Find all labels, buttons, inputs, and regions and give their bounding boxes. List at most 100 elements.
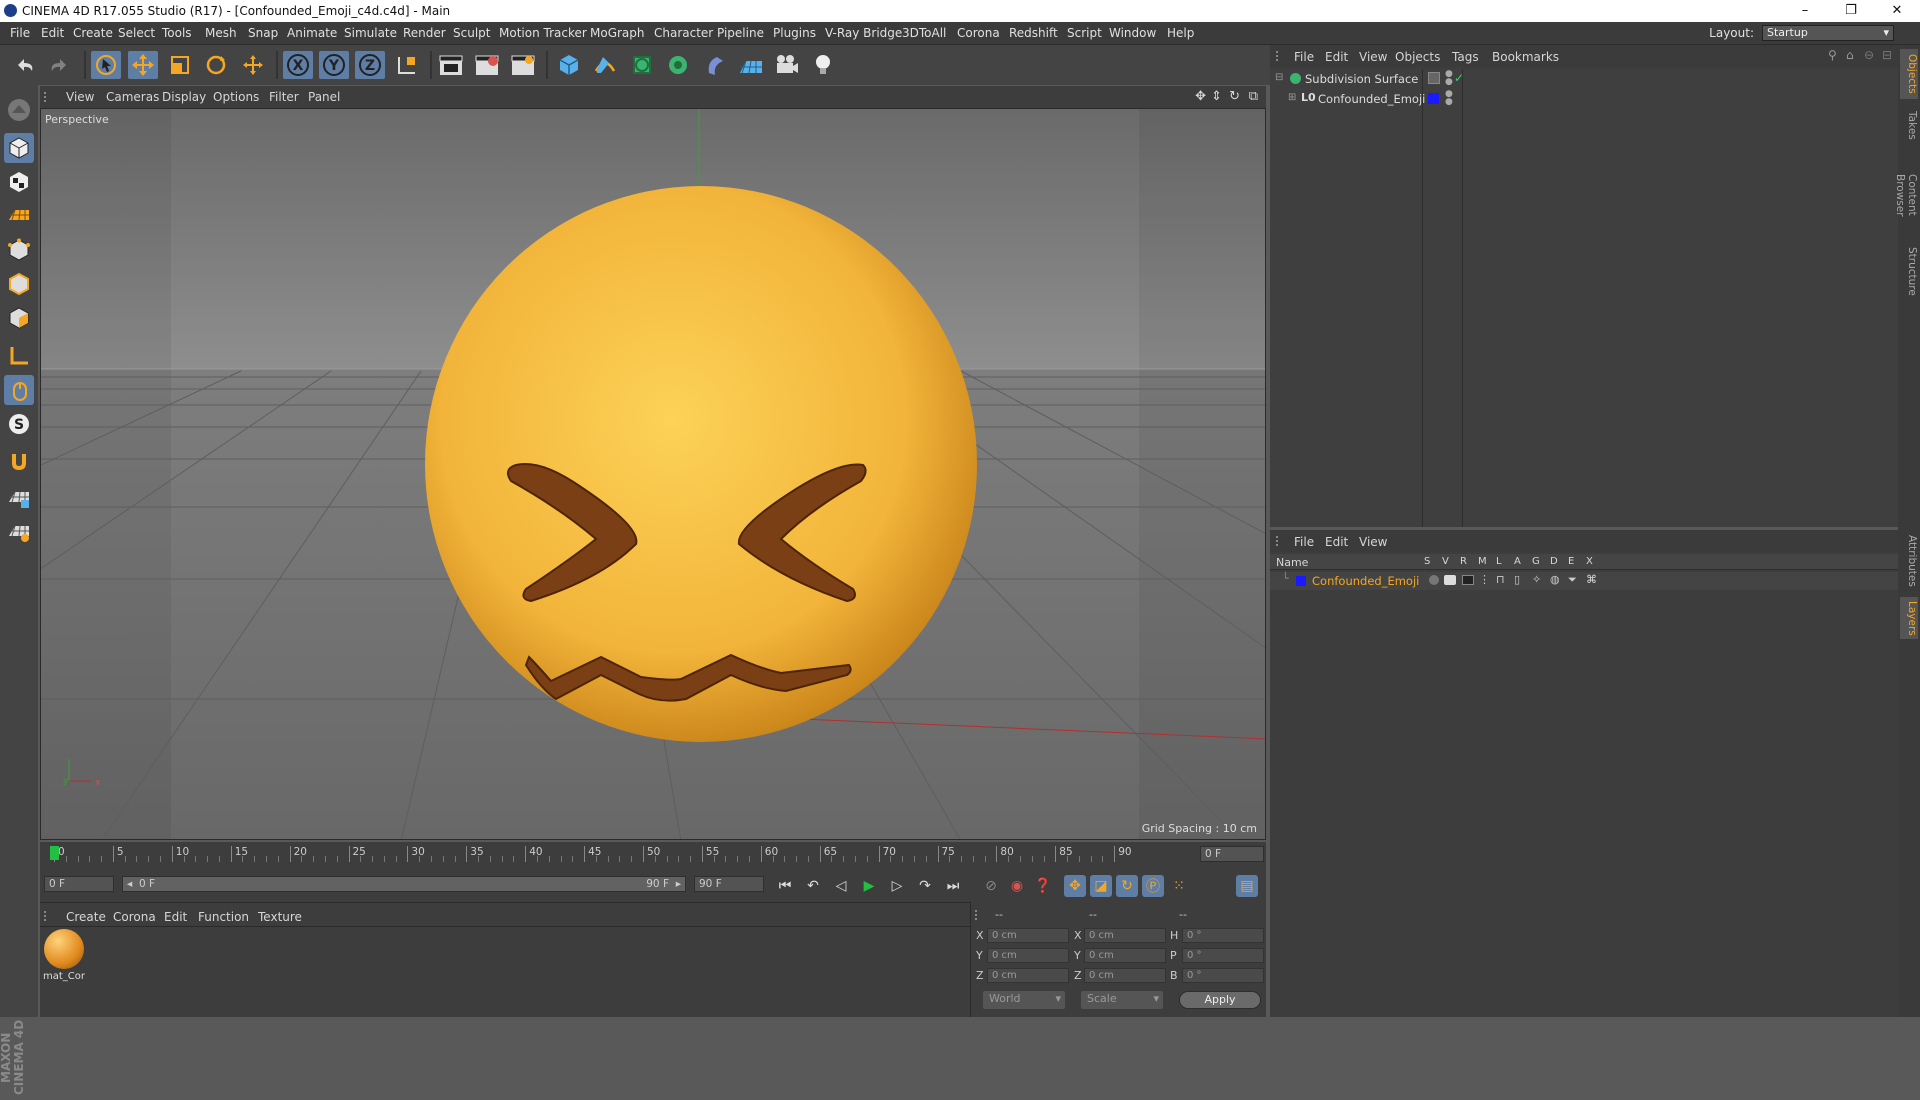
viewport-menu-view[interactable]: View — [66, 90, 94, 104]
workplane-mode-button[interactable] — [4, 199, 34, 229]
material-swatch[interactable]: mat_Cor — [42, 929, 86, 987]
points-mode-button[interactable] — [4, 235, 34, 265]
material-menu-texture[interactable]: Texture — [258, 910, 302, 924]
material-menu-create[interactable]: Create — [66, 910, 106, 924]
menu-script[interactable]: Script — [1067, 26, 1102, 40]
object-menu-view[interactable]: View — [1359, 50, 1387, 64]
key-pla-button[interactable]: ⁙ — [1168, 875, 1190, 897]
menu-animate[interactable]: Animate — [287, 26, 337, 40]
keyframe-selection-button[interactable]: ❓ — [1032, 875, 1054, 897]
move-tool-button[interactable] — [128, 51, 158, 79]
layer-tag-icon[interactable] — [1428, 72, 1440, 84]
size-mode-select[interactable]: Scale ▾ — [1081, 991, 1163, 1009]
key-parameter-button[interactable]: Ⓟ — [1142, 875, 1164, 897]
deformer-icon[interactable]: ◍ — [1550, 573, 1560, 586]
size-z-field[interactable]: 0 cm — [1084, 968, 1166, 983]
menu-pipeline[interactable]: Pipeline — [717, 26, 764, 40]
goto-start-button[interactable]: ⏮ — [774, 875, 796, 897]
menu-plugins[interactable]: Plugins — [773, 26, 816, 40]
layer-menu-edit[interactable]: Edit — [1325, 535, 1348, 549]
search-icon[interactable]: ⚲ — [1828, 48, 1837, 62]
generator-icon[interactable]: ✧ — [1532, 573, 1541, 586]
menu-help[interactable]: Help — [1167, 26, 1194, 40]
expand-icon[interactable]: ⊞ — [1288, 92, 1296, 103]
layer-color-swatch[interactable] — [1428, 93, 1439, 104]
viewport-menu-filter[interactable]: Filter — [269, 90, 299, 104]
next-key-button[interactable]: ↷ — [914, 875, 936, 897]
xref-icon[interactable]: ⌘ — [1586, 573, 1597, 586]
play-button[interactable]: ▶ — [858, 875, 880, 897]
tab-objects[interactable]: Objects — [1900, 49, 1918, 99]
coordinate-system-select[interactable]: World ▾ — [983, 991, 1065, 1009]
object-menu-file[interactable]: File — [1294, 50, 1314, 64]
menu-vray-bridge[interactable]: V-Ray Bridge — [825, 26, 902, 40]
material-menu-corona[interactable]: Corona — [113, 910, 156, 924]
render-settings-button[interactable] — [508, 51, 538, 79]
restore-button[interactable]: ❐ — [1828, 0, 1874, 22]
home-icon[interactable]: ⌂ — [1846, 48, 1854, 62]
prev-frame-button[interactable]: ◁ — [830, 875, 852, 897]
recent-tool-button[interactable] — [238, 51, 268, 79]
y-axis-lock-button[interactable]: Y — [319, 51, 349, 79]
redo-button[interactable] — [44, 51, 74, 79]
key-scale-button[interactable]: ◪ — [1090, 875, 1112, 897]
edges-mode-button[interactable] — [4, 269, 34, 299]
playhead-marker[interactable] — [50, 846, 59, 860]
menu-mesh[interactable]: Mesh — [205, 26, 237, 40]
manager-list-icon[interactable]: ⋮ — [1479, 573, 1490, 586]
tab-takes[interactable]: Takes — [1900, 105, 1918, 145]
viewport-zoom-icon[interactable]: ⇕ — [1211, 89, 1222, 104]
model-mode-button[interactable] — [4, 133, 34, 163]
3d-viewport[interactable]: y x Perspective Grid Spacing : 10 cm — [40, 108, 1266, 840]
eye-view-icon[interactable] — [1444, 575, 1456, 585]
layer-color-swatch[interactable] — [1296, 576, 1306, 586]
size-y-field[interactable]: 0 cm — [1084, 948, 1166, 963]
key-position-button[interactable]: ✥ — [1064, 875, 1086, 897]
close-button[interactable]: ✕ — [1874, 0, 1920, 22]
visibility-dots-icon[interactable]: ● ● — [1445, 90, 1453, 107]
size-x-field[interactable]: 0 cm — [1084, 928, 1166, 943]
object-row-confounded-emoji[interactable]: ⊞ L0 Confounded_Emoji ● ● — [1270, 89, 1898, 109]
timeline-ruler[interactable]: 0 5 10 15 20 25 30 35 40 45 50 55 60 65 70 75 80 85 90 0 F — [40, 842, 1266, 866]
menu-create[interactable]: Create — [73, 26, 113, 40]
texture-mode-button[interactable] — [4, 167, 34, 197]
new-view-icon[interactable]: ⊖ — [1864, 48, 1874, 62]
add-camera-button[interactable] — [772, 51, 802, 79]
magnet-button[interactable] — [4, 447, 34, 477]
menu-mograph[interactable]: MoGraph — [590, 26, 645, 40]
visibility-dots-icon[interactable]: ● ● — [1445, 70, 1453, 87]
live-selection-button[interactable] — [91, 51, 121, 79]
viewport-move-icon[interactable]: ✥ — [1195, 89, 1206, 104]
tab-attributes[interactable]: Attributes — [1900, 531, 1918, 591]
layer-menu-view[interactable]: View — [1359, 535, 1387, 549]
scale-tool-button[interactable] — [165, 51, 195, 79]
timeline-window-button[interactable]: ▤ — [1236, 875, 1258, 897]
polygons-mode-button[interactable] — [4, 303, 34, 333]
add-light-button[interactable] — [808, 51, 838, 79]
menu-corona[interactable]: Corona — [957, 26, 1000, 40]
rot-p-field[interactable]: 0 ° — [1182, 948, 1264, 963]
pos-z-field[interactable]: 0 cm — [987, 968, 1069, 983]
menu-simulate[interactable]: Simulate — [344, 26, 397, 40]
menu-snap[interactable]: Snap — [248, 26, 278, 40]
current-frame-field[interactable]: 0 F — [1200, 846, 1264, 862]
layout-select[interactable]: Startup ▾ — [1762, 25, 1894, 41]
render-view-button[interactable] — [436, 51, 466, 79]
add-spline-button[interactable] — [590, 51, 620, 79]
render-clapper-icon[interactable] — [1462, 575, 1474, 585]
menu-select[interactable]: Select — [118, 26, 155, 40]
menu-redshift[interactable]: Redshift — [1009, 26, 1058, 40]
object-menu-bookmarks[interactable]: Bookmarks — [1492, 50, 1559, 64]
tab-structure[interactable]: Structure — [1900, 243, 1918, 296]
axis-mode-button[interactable] — [4, 341, 34, 371]
rotate-tool-button[interactable] — [201, 51, 231, 79]
pos-x-field[interactable]: 0 cm — [987, 928, 1069, 943]
next-frame-button[interactable]: ▷ — [886, 875, 908, 897]
enabled-check-icon[interactable]: ✓ — [1454, 71, 1464, 85]
object-menu-edit[interactable]: Edit — [1325, 50, 1348, 64]
solo-toggle-icon[interactable] — [1429, 575, 1439, 585]
maximize-panel-icon[interactable]: ⊟ — [1882, 48, 1892, 62]
workplane-axis-button[interactable] — [4, 517, 34, 547]
tab-content-browser[interactable]: Content Browser — [1894, 151, 1918, 239]
end-frame-field[interactable]: 90 F — [694, 876, 764, 892]
